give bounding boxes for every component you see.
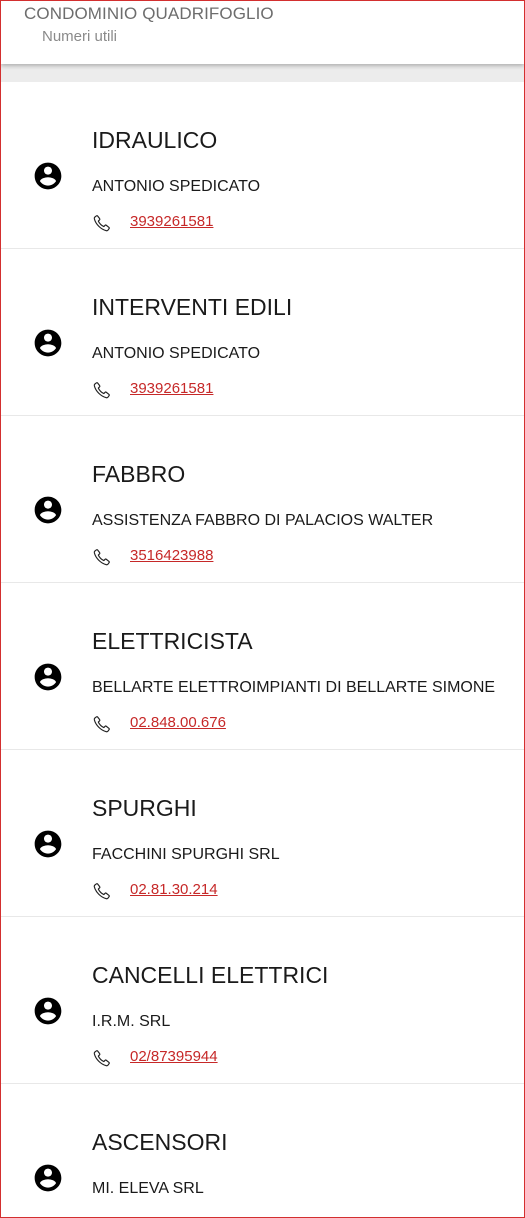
- page-subtitle: Numeri utili: [42, 28, 118, 45]
- contact-list: IDRAULICO ANTONIO SPEDICATO 3939261581 INTE…: [1, 82, 524, 1217]
- contact-name: ANTONIO SPEDICATO: [92, 178, 261, 195]
- account-circle-icon: [32, 160, 64, 192]
- contact-category: FABBRO: [92, 461, 186, 487]
- contact-category: ELETTRICISTA: [92, 628, 253, 654]
- account-circle-icon: [32, 327, 64, 359]
- contact-item: INTERVENTI EDILI ANTONIO SPEDICATO 3939261…: [1, 249, 524, 416]
- header-divider: [1, 64, 524, 82]
- contact-name: I.R.M. SRL: [92, 1013, 171, 1030]
- phone-link[interactable]: 3939261581: [130, 213, 213, 230]
- contact-name: ASSISTENZA FABBRO DI PALACIOS WALTER: [92, 512, 434, 529]
- phone-icon: [92, 881, 112, 901]
- account-circle-icon: [32, 661, 64, 693]
- phone-icon: [92, 213, 112, 233]
- contact-item: CANCELLI ELETTRICI I.R.M. SRL 02/87395944: [1, 917, 524, 1084]
- phone-icon: [92, 1048, 112, 1068]
- contact-category: INTERVENTI EDILI: [92, 294, 293, 320]
- contact-item: IDRAULICO ANTONIO SPEDICATO 3939261581: [1, 82, 524, 249]
- phone-link[interactable]: 3939261581: [130, 380, 213, 397]
- contact-item: SPURGHI FACCHINI SPURGHI SRL 02.81.30.214: [1, 750, 524, 917]
- phone-link[interactable]: 02/87395944: [130, 1048, 218, 1065]
- contact-category: SPURGHI: [92, 795, 197, 821]
- app-header: CONDOMINIO QUADRIFOGLIO Numeri utili: [1, 1, 524, 64]
- phone-link[interactable]: 02.81.30.214: [130, 881, 218, 898]
- contact-item: FABBRO ASSISTENZA FABBRO DI PALACIOS WALT…: [1, 416, 524, 583]
- phone-icon: [92, 547, 112, 567]
- contact-item: ELETTRICISTA BELLARTE ELETTROIMPIANTI DI …: [1, 583, 524, 750]
- app-frame: CONDOMINIO QUADRIFOGLIO Numeri utili IDR…: [0, 0, 525, 1218]
- contact-category: IDRAULICO: [92, 127, 218, 153]
- account-circle-icon: [32, 494, 64, 526]
- account-circle-icon: [32, 995, 64, 1027]
- contact-name: BELLARTE ELETTROIMPIANTI DI BELLARTE SIM…: [92, 679, 496, 696]
- contact-item: ASCENSORI MI. ELEVA SRL: [1, 1084, 524, 1217]
- contact-category: CANCELLI ELETTRICI: [92, 962, 329, 988]
- phone-link[interactable]: 02.848.00.676: [130, 714, 226, 731]
- phone-icon: [92, 714, 112, 734]
- contact-name: ANTONIO SPEDICATO: [92, 345, 261, 362]
- contact-name: FACCHINI SPURGHI SRL: [92, 846, 280, 863]
- phone-icon: [92, 380, 112, 400]
- contact-name: MI. ELEVA SRL: [92, 1180, 204, 1197]
- account-circle-icon: [32, 1162, 64, 1194]
- phone-link[interactable]: 3516423988: [130, 547, 213, 564]
- contact-category: ASCENSORI: [92, 1129, 228, 1155]
- account-circle-icon: [32, 828, 64, 860]
- app-title: CONDOMINIO QUADRIFOGLIO: [24, 4, 274, 23]
